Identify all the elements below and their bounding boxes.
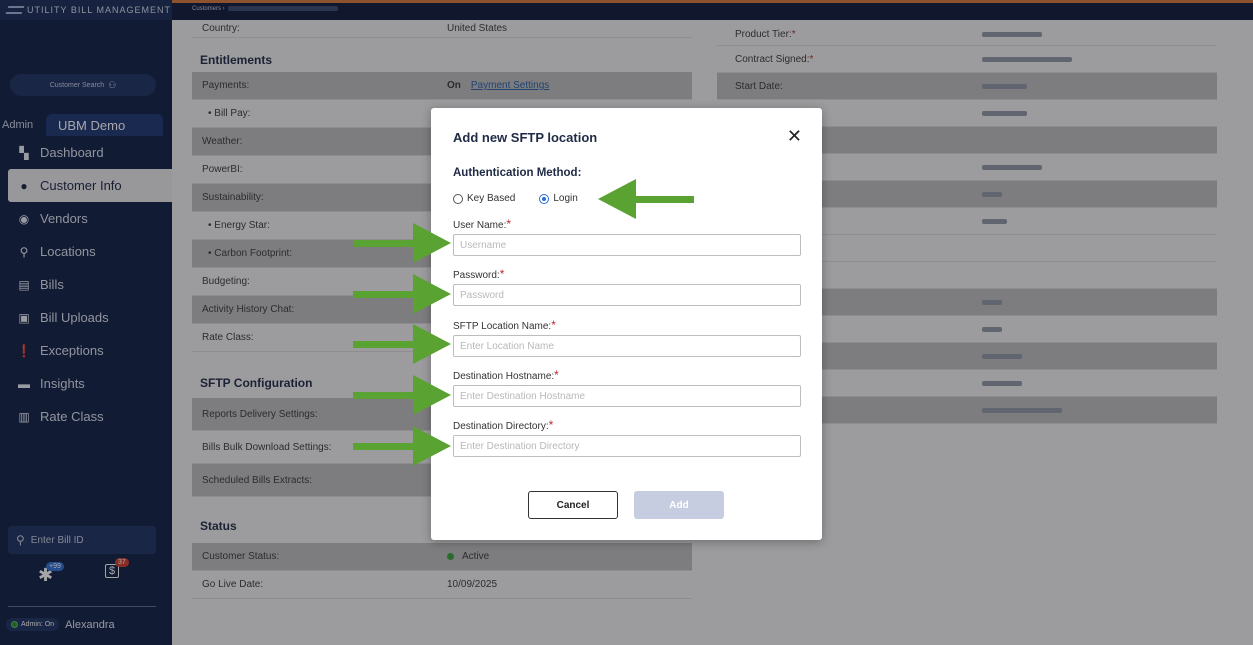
annotation-arrows — [353, 179, 694, 466]
arrow-to-hostname — [353, 375, 451, 415]
arrow-to-directory — [353, 426, 451, 466]
arrow-to-username — [353, 223, 451, 263]
arrow-to-password — [353, 274, 451, 314]
arrow-to-location-name — [353, 324, 451, 364]
arrow-to-login-radio — [598, 179, 694, 219]
